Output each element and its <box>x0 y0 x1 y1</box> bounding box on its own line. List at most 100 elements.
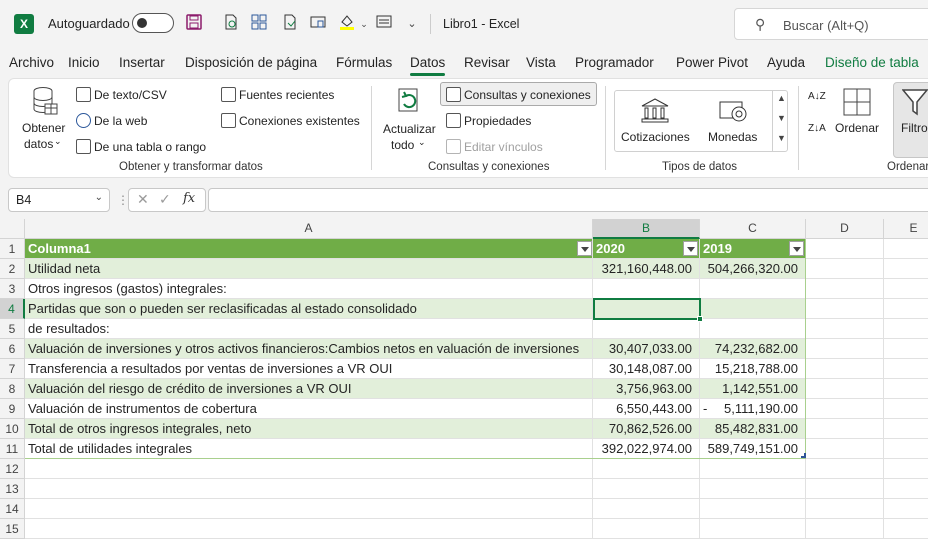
row-header[interactable]: 7 <box>0 359 25 379</box>
column-header-a[interactable]: A <box>25 219 593 239</box>
screen-icon[interactable] <box>374 14 394 34</box>
select-all-button[interactable] <box>0 219 25 239</box>
ordenar-button[interactable]: Ordenar <box>835 121 879 135</box>
column-header-b[interactable]: B <box>593 219 700 239</box>
empty-cell[interactable] <box>806 239 884 259</box>
empty-cell[interactable] <box>806 359 884 379</box>
table-cell[interactable]: 74,232,682.00 <box>700 339 806 359</box>
cotizaciones-button[interactable]: Cotizaciones <box>621 130 690 144</box>
sort-za-icon[interactable]: Z↓A <box>808 124 826 134</box>
table-resize-handle[interactable] <box>801 453 806 458</box>
row-header[interactable]: 8 <box>0 379 25 399</box>
empty-cell[interactable] <box>700 519 806 539</box>
empty-cell[interactable] <box>25 459 593 479</box>
empty-cell[interactable] <box>884 359 928 379</box>
table-cell[interactable]: Transferencia a resultados por ventas de… <box>25 359 593 379</box>
empty-cell[interactable] <box>806 459 884 479</box>
row-header[interactable]: 12 <box>0 459 25 479</box>
empty-cell[interactable] <box>806 519 884 539</box>
table-cell[interactable]: 3,756,963.00 <box>593 379 700 399</box>
empty-cell[interactable] <box>884 339 928 359</box>
empty-cell[interactable] <box>593 479 700 499</box>
table-cell[interactable]: 30,407,033.00 <box>593 339 700 359</box>
cancel-icon[interactable]: ✕ <box>137 191 149 208</box>
table-cell[interactable]: 321,160,448.00 <box>593 259 700 279</box>
row-header[interactable]: 14 <box>0 499 25 519</box>
row-header[interactable]: 11 <box>0 439 25 459</box>
document-icon[interactable] <box>280 14 300 34</box>
tab-insertar[interactable]: Insertar <box>119 55 165 70</box>
table-cell[interactable]: 70,862,526.00 <box>593 419 700 439</box>
row-header[interactable]: 4 <box>0 299 25 319</box>
formula-input[interactable] <box>208 188 928 212</box>
empty-cell[interactable] <box>884 459 928 479</box>
row-header[interactable]: 10 <box>0 419 25 439</box>
row-header[interactable]: 15 <box>0 519 25 539</box>
table-cell[interactable]: Total de otros ingresos integrales, neto <box>25 419 593 439</box>
empty-cell[interactable] <box>806 339 884 359</box>
empty-cell[interactable] <box>884 479 928 499</box>
de-una-tabla-button[interactable]: De una tabla o rango <box>94 140 206 154</box>
fuentes-recientes-button[interactable]: Fuentes recientes <box>239 88 334 102</box>
conexiones-existentes-button[interactable]: Conexiones existentes <box>239 114 360 128</box>
actualizar-todo-button-line2[interactable]: todo <box>391 138 414 152</box>
de-texto-csv-button[interactable]: De texto/CSV <box>94 88 167 102</box>
tab-formulas[interactable]: Fórmulas <box>336 55 392 70</box>
table-cell[interactable] <box>700 319 806 339</box>
monedas-button[interactable]: Monedas <box>708 130 757 144</box>
table-cell[interactable]: de resultados: <box>25 319 593 339</box>
empty-cell[interactable] <box>884 259 928 279</box>
tab-archivo[interactable]: Archivo <box>9 55 54 70</box>
empty-cell[interactable] <box>593 519 700 539</box>
table-cell[interactable] <box>700 299 806 319</box>
form-icon[interactable] <box>308 14 328 34</box>
empty-cell[interactable] <box>884 519 928 539</box>
insert-function-icon[interactable]: fx <box>183 191 195 206</box>
name-box[interactable]: B4 ⌄ <box>8 188 110 212</box>
filter-dropdown-icon[interactable] <box>683 241 698 256</box>
table-cell[interactable]: 392,022,974.00 <box>593 439 700 459</box>
empty-cell[interactable] <box>884 419 928 439</box>
empty-cell[interactable] <box>700 459 806 479</box>
empty-cell[interactable] <box>593 459 700 479</box>
table-cell[interactable]: Valuación de inversiones y otros activos… <box>25 339 593 359</box>
empty-cell[interactable] <box>25 519 593 539</box>
table-cell[interactable]: 30,148,087.00 <box>593 359 700 379</box>
table-cell[interactable]: Total de utilidades integrales <box>25 439 593 459</box>
column-header-d[interactable]: D <box>806 219 884 239</box>
chevron-down-icon[interactable]: ▼ <box>777 113 786 123</box>
tab-inicio[interactable]: Inicio <box>68 55 100 70</box>
empty-cell[interactable] <box>700 499 806 519</box>
filter-dropdown-icon[interactable] <box>577 241 592 256</box>
table-cell[interactable]: Valuación de instrumentos de cobertura <box>25 399 593 419</box>
empty-cell[interactable] <box>806 479 884 499</box>
tab-datos[interactable]: Datos <box>410 55 446 76</box>
tab-ayuda[interactable]: Ayuda <box>767 55 805 70</box>
filter-dropdown-icon[interactable] <box>789 241 804 256</box>
table-cell[interactable]: 504,266,320.00 <box>700 259 806 279</box>
grid-icon[interactable] <box>249 14 269 34</box>
row-header[interactable]: 1 <box>0 239 25 259</box>
table-cell[interactable] <box>700 279 806 299</box>
empty-cell[interactable] <box>806 399 884 419</box>
empty-cell[interactable] <box>806 439 884 459</box>
empty-cell[interactable] <box>25 499 593 519</box>
empty-cell[interactable] <box>884 299 928 319</box>
table-cell[interactable]: 5,111,190.00 <box>700 399 806 419</box>
actualizar-todo-button[interactable]: Actualizar <box>383 122 436 136</box>
table-cell[interactable]: 6,550,443.00 <box>593 399 700 419</box>
tab-disposicion[interactable]: Disposición de página <box>185 55 317 70</box>
table-header-cell[interactable]: Columna1 <box>25 239 593 259</box>
empty-cell[interactable] <box>884 399 928 419</box>
table-cell[interactable]: Partidas que son o pueden ser reclasific… <box>25 299 593 319</box>
empty-cell[interactable] <box>806 299 884 319</box>
empty-cell[interactable] <box>593 499 700 519</box>
tab-revisar[interactable]: Revisar <box>464 55 510 70</box>
row-header[interactable]: 6 <box>0 339 25 359</box>
empty-cell[interactable] <box>806 319 884 339</box>
column-header-e[interactable]: E <box>884 219 928 239</box>
row-header[interactable]: 3 <box>0 279 25 299</box>
empty-cell[interactable] <box>884 279 928 299</box>
table-cell[interactable]: 589,749,151.00 <box>700 439 806 459</box>
empty-cell[interactable] <box>884 499 928 519</box>
